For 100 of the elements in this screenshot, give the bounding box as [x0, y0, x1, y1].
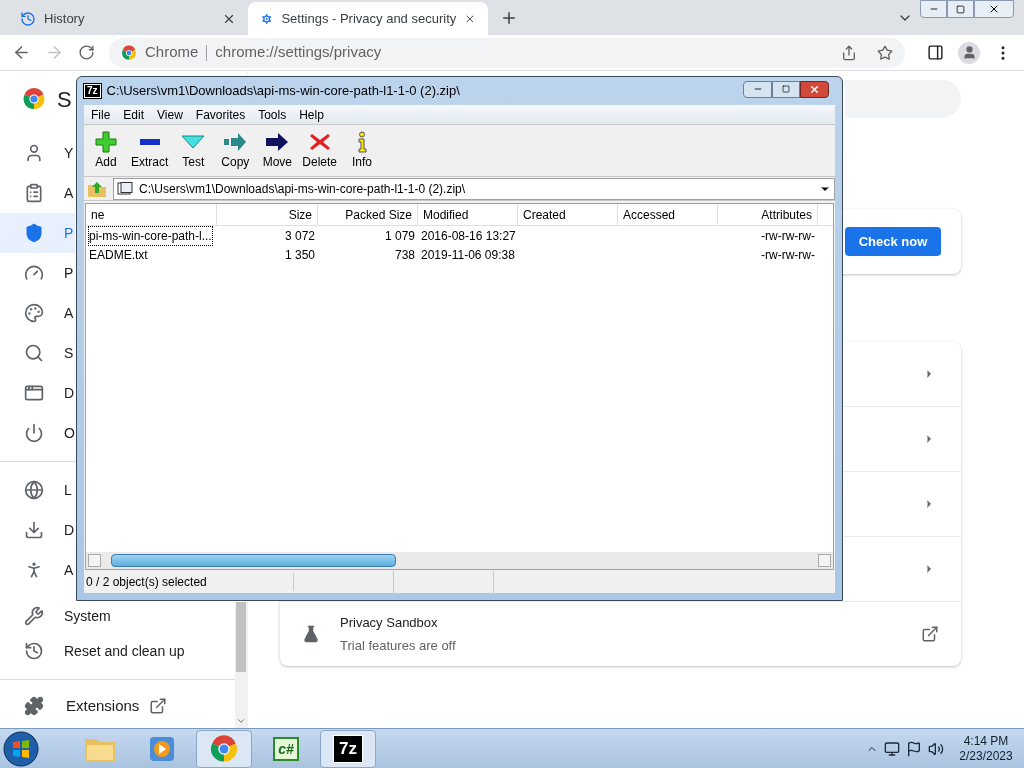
- taskbar-app[interactable]: 7z: [320, 729, 376, 768]
- menu-item[interactable]: Help: [299, 105, 324, 124]
- gauge-icon: [24, 263, 44, 283]
- scrollbar[interactable]: [235, 602, 247, 728]
- column-header[interactable]: Created: [518, 204, 618, 225]
- window-icon: [24, 383, 44, 403]
- sidebar-item[interactable]: System: [0, 601, 235, 631]
- chrome-logo: [22, 87, 46, 111]
- wrench-icon: [24, 606, 44, 626]
- sidebar-item[interactable]: A: [0, 173, 75, 213]
- toolbar-button[interactable]: Info: [343, 130, 382, 171]
- restore-icon: [956, 4, 965, 14]
- chrome-icon: [209, 733, 239, 764]
- network-icon[interactable]: [884, 740, 900, 757]
- menu-item[interactable]: View: [157, 105, 183, 124]
- extensions-link[interactable]: Extensions: [0, 688, 235, 724]
- toolbar-button[interactable]: Test: [174, 130, 213, 171]
- folder-up-icon[interactable]: [87, 179, 109, 198]
- page-heading: S: [57, 85, 72, 114]
- code-icon: c#: [273, 736, 299, 761]
- sidebar-item[interactable]: A: [0, 293, 75, 333]
- column-header[interactable]: Packed Size: [318, 204, 418, 225]
- check-now-button[interactable]: Check now: [845, 227, 941, 256]
- file-name-cell[interactable]: pi-ms-win-core-path-l...: [89, 226, 212, 245]
- restore-button[interactable]: [947, 0, 974, 18]
- table-cell-text: 2016-08-16 13:27: [421, 227, 516, 245]
- horizontal-scrollbar[interactable]: [86, 552, 833, 569]
- sidebar-item[interactable]: A: [0, 550, 75, 590]
- close-button[interactable]: [800, 80, 829, 98]
- play-icon: [148, 734, 176, 763]
- speaker-icon[interactable]: [928, 740, 944, 757]
- table-cell-text: 1 350: [284, 246, 315, 264]
- sidebar-item[interactable]: Reset and clean up: [0, 631, 235, 671]
- browser-tab[interactable]: History: [8, 2, 248, 35]
- power-icon: [24, 423, 44, 443]
- puzzle-icon: [24, 696, 44, 716]
- archive-icon: 7z: [334, 735, 362, 762]
- download-icon: [24, 520, 44, 540]
- path-field[interactable]: C:\Users\vm1\Downloads\api-ms-win-core-path-l1-1-0 (2).zip\: [113, 177, 835, 200]
- share-icon[interactable]: [841, 44, 857, 61]
- start-button[interactable]: [2, 729, 40, 768]
- privacy-sandbox-row[interactable]: Privacy Sandbox Trial features are off: [280, 602, 961, 666]
- maximize-icon: [782, 85, 790, 93]
- status-text: 0 / 2 object(s) selected: [84, 573, 294, 591]
- address-bar[interactable]: Chrome chrome://settings/privacy: [109, 37, 905, 68]
- external-link-icon: [921, 625, 939, 643]
- sandbox-title: Privacy Sandbox: [340, 614, 439, 632]
- sidebar-item[interactable]: D: [0, 510, 75, 550]
- sidebar-item[interactable]: D: [0, 373, 75, 413]
- sidebar-item[interactable]: S: [0, 333, 75, 373]
- menu-item[interactable]: Favorites: [195, 105, 246, 124]
- browser-tab[interactable]: Settings - Privacy and security: [248, 2, 488, 35]
- taskbar-app[interactable]: c#: [258, 729, 314, 768]
- column-header[interactable]: Accessed: [618, 204, 718, 225]
- palette-icon: [24, 303, 44, 323]
- sidebar-item[interactable]: O: [0, 413, 75, 453]
- menu-item[interactable]: File: [91, 105, 111, 124]
- new-tab-icon[interactable]: [500, 9, 518, 27]
- table-cell-text: 1 079: [384, 227, 415, 245]
- column-header[interactable]: Size: [217, 204, 318, 225]
- toolbar-button[interactable]: Move: [258, 130, 297, 171]
- sidebar-item[interactable]: Y: [0, 133, 75, 173]
- sandbox-subtitle: Trial features are off: [340, 636, 457, 655]
- menu-item[interactable]: Tools: [258, 105, 287, 124]
- history-icon: [24, 641, 44, 661]
- minimize-button[interactable]: [920, 0, 947, 18]
- column-header[interactable]: ne: [86, 204, 217, 225]
- minimize-button[interactable]: [743, 80, 772, 98]
- side-panel-icon[interactable]: [927, 44, 944, 61]
- column-header[interactable]: Attributes: [718, 204, 818, 225]
- person-icon: [24, 143, 44, 163]
- close-icon: [809, 83, 820, 95]
- clock[interactable]: 4:14 PM 2/23/2023: [950, 733, 1022, 764]
- flask-icon: [302, 625, 320, 643]
- shield-icon: [24, 223, 44, 243]
- minus-icon: [139, 138, 160, 145]
- archive-icon: [117, 181, 133, 196]
- scroll-down-icon[interactable]: [236, 716, 246, 726]
- toolbar-button[interactable]: Delete: [300, 130, 340, 171]
- sidebar-item[interactable]: P: [0, 253, 75, 293]
- external-link-icon: [149, 697, 168, 715]
- search-icon: [24, 343, 44, 363]
- settings-icon: [260, 10, 274, 27]
- toolbar-button[interactable]: Extract: [129, 130, 171, 171]
- flag-icon[interactable]: [906, 740, 922, 757]
- taskbar-app[interactable]: [196, 729, 252, 768]
- back-icon[interactable]: [12, 43, 31, 62]
- sidebar-item[interactable]: L: [0, 470, 75, 510]
- sidebar-item[interactable]: P: [0, 213, 75, 253]
- toolbar-button[interactable]: Add: [87, 130, 125, 171]
- toolbar-button[interactable]: Copy: [216, 130, 255, 171]
- reload-icon[interactable]: [78, 44, 95, 61]
- bookmark-icon[interactable]: [877, 44, 893, 61]
- table-cell-text: -rw-rw-rw-: [761, 227, 815, 245]
- site-icon: [121, 44, 137, 61]
- close-icon: [988, 3, 1000, 15]
- file-name-cell[interactable]: EADME.txt: [89, 245, 148, 264]
- column-header[interactable]: Modified: [418, 204, 518, 225]
- menu-item[interactable]: Edit: [123, 105, 145, 124]
- profile-icon[interactable]: [958, 41, 980, 64]
